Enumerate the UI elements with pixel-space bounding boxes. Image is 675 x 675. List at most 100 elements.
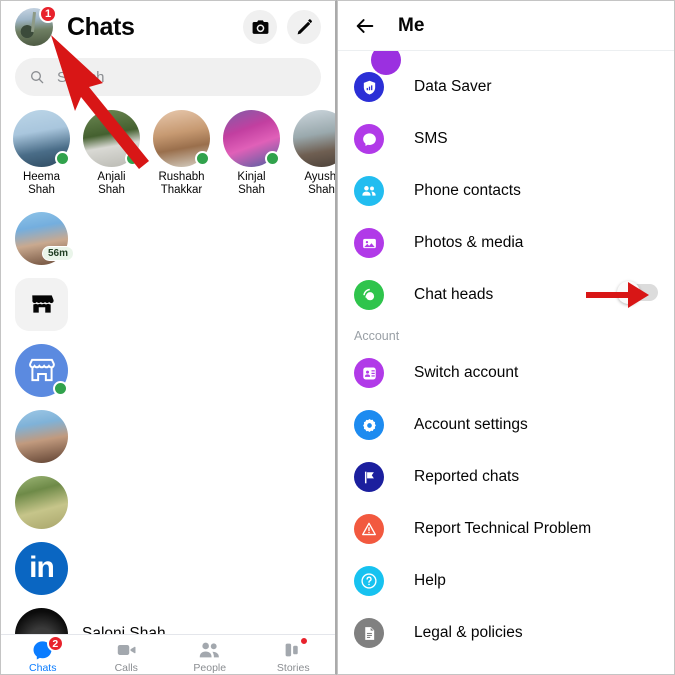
chat-heads-icon bbox=[354, 280, 384, 310]
story-item[interactable]: Anjali Shah bbox=[83, 110, 140, 197]
nav-item-chats[interactable]: 2 Chats bbox=[1, 635, 85, 674]
question-icon bbox=[354, 566, 384, 596]
marketplace-square-icon bbox=[15, 277, 68, 331]
warning-icon bbox=[354, 514, 384, 544]
switch-account-glyph bbox=[362, 367, 376, 379]
settings-label: Data Saver bbox=[414, 78, 492, 95]
settings-label: Switch account bbox=[414, 364, 519, 381]
storefront-icon bbox=[28, 358, 55, 382]
shield-glyph bbox=[363, 80, 375, 94]
settings-row-sms[interactable]: SMS bbox=[338, 113, 674, 165]
header-actions bbox=[243, 10, 321, 44]
active-time-badge: 56m bbox=[41, 245, 74, 261]
pencil-compose-icon bbox=[297, 18, 312, 34]
settings-row-legal-policies[interactable]: Legal & policies bbox=[338, 607, 674, 659]
chat-heads-toggle[interactable] bbox=[617, 281, 658, 304]
settings-label: Reported chats bbox=[414, 468, 520, 485]
list-item[interactable]: 56m bbox=[1, 205, 335, 271]
list-item[interactable] bbox=[1, 271, 335, 337]
settings-row-reported-chats[interactable]: Reported chats bbox=[338, 451, 674, 503]
settings-row-photos-media[interactable]: Photos & media bbox=[338, 217, 674, 269]
search-placeholder: Search bbox=[57, 68, 105, 86]
settings-label: SMS bbox=[414, 130, 448, 147]
story-name: Heema Shah bbox=[22, 171, 61, 196]
bottom-navigation: 2 Chats Calls People Stories bbox=[1, 634, 335, 674]
toggle-knob bbox=[617, 281, 640, 304]
settings-label: Chat heads bbox=[414, 286, 494, 303]
story-name: Ayushi Shah bbox=[304, 171, 337, 196]
me-header: Me bbox=[338, 1, 674, 51]
online-dot bbox=[53, 380, 68, 396]
settings-row-switch-account[interactable]: Switch account bbox=[338, 347, 674, 399]
video-camera-icon bbox=[117, 644, 136, 656]
back-arrow-icon[interactable] bbox=[354, 15, 376, 37]
photo-glyph bbox=[362, 238, 376, 248]
photo-icon bbox=[354, 228, 384, 258]
chat-avatar bbox=[15, 475, 68, 529]
nav-item-calls[interactable]: Calls bbox=[85, 635, 169, 674]
messenger-chats-screen: 1 Chats Search Heema Shah Anjali Shah Ru… bbox=[0, 0, 337, 675]
search-input[interactable]: Search bbox=[15, 58, 321, 96]
story-item[interactable]: Ayushi Shah bbox=[293, 110, 337, 197]
gear-icon bbox=[354, 410, 384, 440]
nav-label: Chats bbox=[29, 662, 57, 674]
profile-avatar-button[interactable]: 1 bbox=[15, 5, 57, 46]
document-icon bbox=[354, 618, 384, 648]
nav-label: Stories bbox=[276, 662, 310, 674]
nav-item-stories[interactable]: Stories bbox=[252, 635, 336, 674]
story-item[interactable]: Rushabh Thakkar bbox=[153, 110, 210, 197]
story-name: Kinjal Shah bbox=[237, 171, 266, 196]
settings-row-phone-contacts[interactable]: Phone contacts bbox=[338, 165, 674, 217]
settings-label: Phone contacts bbox=[414, 182, 521, 199]
page-title: Me bbox=[398, 14, 425, 36]
search-icon bbox=[31, 71, 44, 84]
camera-icon bbox=[252, 19, 268, 34]
story-avatar bbox=[293, 110, 335, 167]
settings-row-account-settings[interactable]: Account settings bbox=[338, 399, 674, 451]
nav-item-people[interactable]: People bbox=[168, 635, 252, 674]
camera-button[interactable] bbox=[243, 10, 277, 44]
profile-badge: 1 bbox=[39, 5, 57, 23]
online-dot bbox=[265, 151, 280, 166]
list-item[interactable] bbox=[1, 337, 335, 403]
two-screenshot-comparison: 1 Chats Search Heema Shah Anjali Shah Ru… bbox=[0, 0, 675, 675]
settings-row-help[interactable]: Help bbox=[338, 555, 674, 607]
compose-button[interactable] bbox=[287, 10, 321, 44]
chats-header: 1 Chats bbox=[1, 1, 335, 53]
contacts-glyph bbox=[362, 186, 376, 196]
question-glyph bbox=[361, 573, 377, 589]
settings-row-report-technical-problem[interactable]: Report Technical Problem bbox=[338, 503, 674, 555]
section-header-account: Account bbox=[354, 329, 400, 343]
settings-label: Legal & policies bbox=[414, 624, 523, 641]
list-item[interactable]: in bbox=[1, 535, 335, 601]
gear-glyph bbox=[362, 418, 376, 432]
story-name: Rushabh Thakkar bbox=[158, 171, 205, 196]
online-dot bbox=[125, 151, 140, 166]
warning-glyph bbox=[362, 522, 376, 536]
stories-badge-dot bbox=[299, 636, 310, 646]
settings-row-chat-heads[interactable]: Chat heads bbox=[338, 269, 674, 321]
people-icon bbox=[354, 176, 384, 206]
chat-heads-glyph bbox=[363, 288, 375, 301]
settings-list: Data Saver SMS Phone contacts Photos & m… bbox=[338, 51, 674, 659]
nav-label: People bbox=[193, 662, 227, 674]
settings-label: Account settings bbox=[414, 416, 528, 433]
settings-label: Help bbox=[414, 572, 446, 589]
online-dot bbox=[195, 151, 210, 166]
document-glyph bbox=[364, 626, 374, 640]
page-title: Chats bbox=[67, 12, 135, 41]
settings-label: Report Technical Problem bbox=[414, 520, 592, 537]
chat-bubble-icon bbox=[354, 124, 384, 154]
list-item[interactable] bbox=[1, 469, 335, 535]
story-item[interactable]: Heema Shah bbox=[13, 110, 70, 197]
chats-badge: 2 bbox=[46, 635, 64, 652]
list-item[interactable] bbox=[1, 403, 335, 469]
online-dot bbox=[55, 151, 70, 166]
story-item[interactable]: Kinjal Shah bbox=[223, 110, 280, 197]
stories-row: Heema Shah Anjali Shah Rushabh Thakkar K… bbox=[1, 106, 335, 199]
switch-account-icon bbox=[354, 358, 384, 388]
messenger-me-settings-screen: Me Data Saver SMS Phone contacts Photos … bbox=[337, 0, 675, 675]
linkedin-icon: in bbox=[15, 541, 68, 595]
nav-label: Calls bbox=[114, 662, 138, 674]
chat-avatar bbox=[15, 409, 68, 463]
